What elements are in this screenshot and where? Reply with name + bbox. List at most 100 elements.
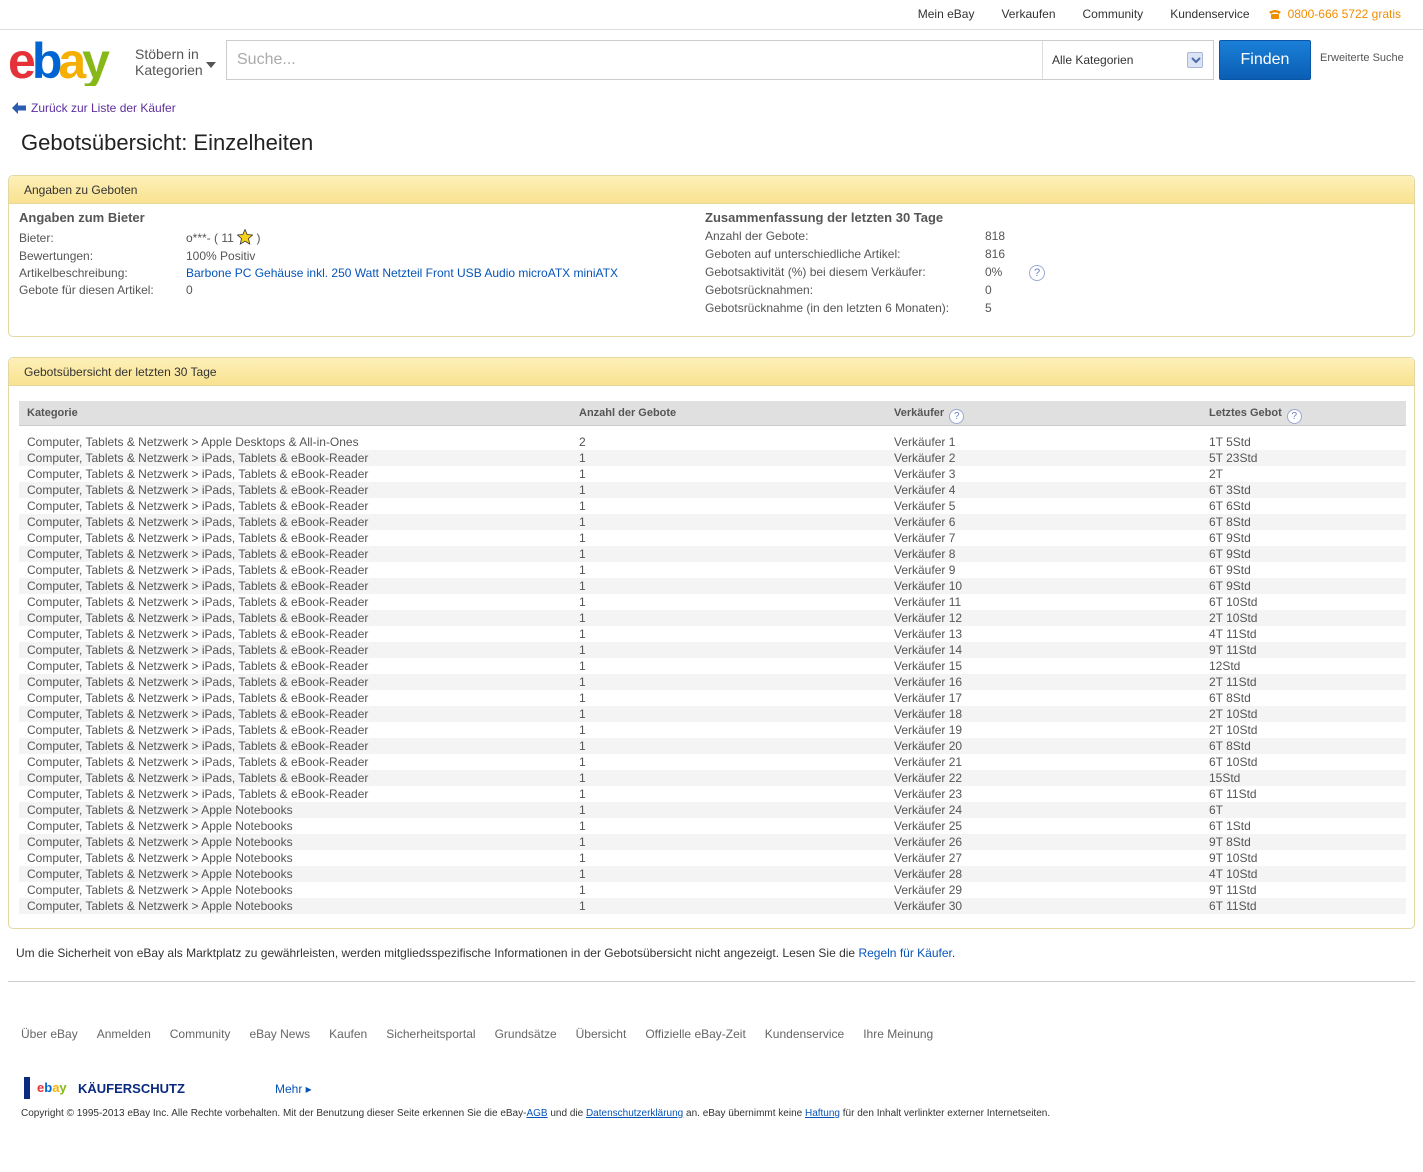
cell-last-bid: 2T 11Std: [1209, 675, 1257, 689]
liability-link[interactable]: Haftung: [805, 1108, 840, 1119]
kaeuferschutz-logo[interactable]: ebay KÄUFERSCHUTZ: [24, 1077, 194, 1099]
summary-label: Gebotsrücknahme (in den letzten 6 Monate…: [705, 301, 950, 315]
star-icon: [237, 229, 254, 245]
cell-last-bid: 2T 10Std: [1209, 707, 1258, 721]
cell-seller: Verkäufer 15: [894, 659, 963, 673]
cell-last-bid: 9T 8Std: [1209, 835, 1251, 849]
help-icon[interactable]: ?: [1286, 409, 1302, 424]
search-input[interactable]: [227, 41, 1042, 79]
copyright-text-1: Copyright © 1995-2013 eBay Inc. Alle Rec…: [21, 1108, 527, 1119]
cell-seller: Verkäufer 22: [894, 771, 963, 785]
cell-last-bid: 6T 1Std: [1209, 819, 1251, 833]
table-row: Computer, Tablets & Netzwerk > iPads, Ta…: [19, 450, 1406, 466]
table-row: Computer, Tablets & Netzwerk > iPads, Ta…: [19, 578, 1406, 594]
bid-overview-table: Kategorie Anzahl der Gebote Verkäufer ? …: [19, 401, 1406, 914]
cell-last-bid: 9T 11Std: [1209, 643, 1257, 657]
privacy-link[interactable]: Datenschutzerklärung: [586, 1108, 683, 1119]
table-header: Kategorie Anzahl der Gebote Verkäufer ? …: [19, 401, 1406, 426]
footer-link-grundsaetze[interactable]: Grundsätze: [495, 1027, 557, 1041]
browse-categories[interactable]: Stöbern in Kategorien: [135, 46, 203, 78]
copyright: Copyright © 1995-2013 eBay Inc. Alle Rec…: [21, 1108, 1050, 1119]
cell-category: Computer, Tablets & Netzwerk > iPads, Ta…: [27, 787, 369, 801]
help-icon[interactable]: ?: [949, 409, 965, 424]
table-row: Computer, Tablets & Netzwerk > iPads, Ta…: [19, 706, 1406, 722]
column-header-bid-count[interactable]: Anzahl der Gebote: [579, 407, 676, 419]
summary-value: 5: [985, 301, 992, 315]
table-row: Computer, Tablets & Netzwerk > Apple Not…: [19, 818, 1406, 834]
cell-seller: Verkäufer 24: [894, 803, 963, 817]
footer-links: Über eBay Anmelden Community eBay News K…: [21, 1027, 952, 1041]
search-box: Alle Kategorien: [226, 40, 1214, 80]
footer-link-community[interactable]: Community: [170, 1027, 231, 1041]
top-nav-mein-ebay[interactable]: Mein eBay: [918, 7, 975, 21]
page-title: Gebotsübersicht: Einzelheiten: [21, 130, 314, 155]
summary-row: Geboten auf unterschiedliche Artikel: 81…: [705, 247, 1105, 265]
chevron-down-icon[interactable]: [1187, 52, 1203, 68]
advanced-search-link[interactable]: Erweiterte Suche: [1320, 52, 1404, 64]
summary-row: Anzahl der Gebote: 818: [705, 229, 1105, 247]
top-nav-kundenservice[interactable]: Kundenservice: [1170, 7, 1249, 21]
cell-bid-count: 1: [579, 515, 586, 529]
column-header-seller-label[interactable]: Verkäufer: [894, 407, 944, 419]
bidder-info: Angaben zum Bieter Bieter: o***- ( 11 ) …: [19, 210, 679, 300]
top-nav-verkaufen[interactable]: Verkaufen: [1001, 7, 1055, 21]
rating-row: Bewertungen: 100% Positiv: [19, 249, 679, 266]
summary-row: Gebotsrücknahmen: 0: [705, 283, 1105, 301]
bidder-info-heading: Angaben zum Bieter: [19, 210, 145, 225]
cell-seller: Verkäufer 28: [894, 867, 963, 881]
find-button[interactable]: Finden: [1219, 40, 1311, 80]
cell-bid-count: 1: [579, 643, 586, 657]
table-row: Computer, Tablets & Netzwerk > iPads, Ta…: [19, 642, 1406, 658]
cell-bid-count: 1: [579, 563, 586, 577]
footer-link-ueber-ebay[interactable]: Über eBay: [21, 1027, 78, 1041]
cell-last-bid: 4T 10Std: [1209, 867, 1258, 881]
cell-bid-count: 1: [579, 611, 586, 625]
footer-link-kaufen[interactable]: Kaufen: [329, 1027, 367, 1041]
ebay-logo[interactable]: ebay: [8, 33, 126, 89]
column-header-last-bid-label[interactable]: Letztes Gebot: [1209, 407, 1282, 419]
column-header-last-bid: Letztes Gebot ?: [1209, 407, 1302, 424]
agb-link[interactable]: AGB: [526, 1108, 547, 1119]
footer-link-anmelden[interactable]: Anmelden: [97, 1027, 151, 1041]
mehr-link[interactable]: Mehr ▸: [275, 1082, 312, 1096]
footer-link-ihre-meinung[interactable]: Ihre Meinung: [863, 1027, 933, 1041]
footer-link-kundenservice[interactable]: Kundenservice: [765, 1027, 844, 1041]
buyer-rules-link[interactable]: Regeln für Käufer: [858, 946, 951, 960]
summary-label: Anzahl der Gebote:: [705, 229, 809, 243]
cell-bid-count: 1: [579, 819, 586, 833]
summary-value: 818: [985, 229, 1006, 243]
back-link[interactable]: Zurück zur Liste der Käufer: [12, 101, 176, 115]
copyright-text-4: für den Inhalt verlinkter externer Inter…: [842, 1108, 1051, 1119]
cell-bid-count: 1: [579, 835, 586, 849]
cell-seller: Verkäufer 29: [894, 883, 963, 897]
copyright-text-3: an. eBay übernimmt keine: [686, 1108, 803, 1119]
phone-number: 0800-666 5722 gratis: [1287, 7, 1401, 21]
browse-caret-icon[interactable]: [206, 62, 216, 68]
summary-row: Gebotsaktivität (%) bei diesem Verkäufer…: [705, 265, 1105, 283]
phone-link[interactable]: 0800-666 5722 gratis: [1268, 7, 1401, 21]
cell-last-bid: 6T 6Std: [1209, 499, 1251, 513]
cell-last-bid: 6T 9Std: [1209, 547, 1251, 561]
cell-seller: Verkäufer 18: [894, 707, 963, 721]
cell-category: Computer, Tablets & Netzwerk > iPads, Ta…: [27, 611, 369, 625]
item-description-link[interactable]: Barbone PC Gehäuse inkl. 250 Watt Netzte…: [186, 266, 618, 280]
cell-last-bid: 12Std: [1209, 659, 1241, 673]
cell-last-bid: 6T 8Std: [1209, 691, 1251, 705]
cell-last-bid: 6T 11Std: [1209, 899, 1257, 913]
table-row: Computer, Tablets & Netzwerk > iPads, Ta…: [19, 482, 1406, 498]
category-select[interactable]: Alle Kategorien: [1042, 41, 1213, 79]
cell-seller: Verkäufer 6: [894, 515, 956, 529]
column-header-category[interactable]: Kategorie: [27, 407, 78, 419]
bidder-id[interactable]: o***- ( 11: [186, 231, 234, 245]
footer-link-ebay-news[interactable]: eBay News: [249, 1027, 310, 1041]
footer-link-ebay-zeit[interactable]: Offizielle eBay-Zeit: [645, 1027, 745, 1041]
footer-link-sicherheitsportal[interactable]: Sicherheitsportal: [386, 1027, 475, 1041]
table-row: Computer, Tablets & Netzwerk > iPads, Ta…: [19, 786, 1406, 802]
top-nav-community[interactable]: Community: [1083, 7, 1144, 21]
security-notice-end: .: [951, 946, 956, 960]
cell-last-bid: 6T 8Std: [1209, 739, 1251, 753]
cell-last-bid: 6T 9Std: [1209, 579, 1251, 593]
help-icon[interactable]: ?: [1029, 265, 1045, 281]
footer-link-uebersicht[interactable]: Übersicht: [576, 1027, 627, 1041]
table-row: Computer, Tablets & Netzwerk > Apple Not…: [19, 802, 1406, 818]
